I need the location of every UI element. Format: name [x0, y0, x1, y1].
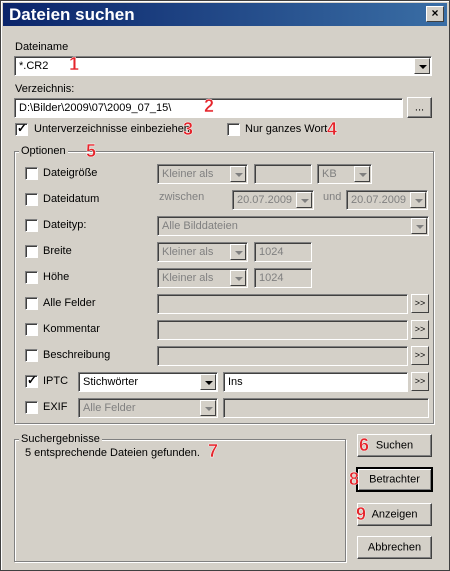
results-text: 5 entsprechende Dateien gefunden.	[25, 447, 200, 459]
width-operator-select[interactable]: Kleiner als	[157, 242, 248, 262]
allfields-more-button[interactable]: >>	[411, 294, 429, 313]
filesize-operator-dropdown[interactable]	[230, 166, 246, 182]
filesize-unit-dropdown[interactable]	[354, 166, 370, 182]
filesize-operator-value: Kleiner als	[162, 168, 214, 180]
filedate-from-picker[interactable]: 20.07.2009	[232, 190, 314, 210]
window-title: Dateien suchen	[9, 5, 135, 24]
browse-label: ...	[414, 101, 425, 113]
exif-checkbox[interactable]	[25, 401, 38, 414]
callout-5: 5	[86, 141, 97, 161]
viewer-button[interactable]: Betrachter	[356, 467, 433, 492]
browse-button[interactable]: ...	[407, 97, 432, 118]
width-operator-value: Kleiner als	[162, 246, 214, 258]
filedate-label: Dateidatum	[43, 193, 100, 205]
callout-9: 9	[356, 504, 367, 524]
iptc-value-input[interactable]: Ins	[223, 372, 408, 392]
height-value-input[interactable]: 1024	[254, 268, 312, 288]
close-button[interactable]: ×	[426, 6, 444, 22]
allfields-checkbox[interactable]	[25, 297, 38, 310]
iptc-field-value: Stichwörter	[83, 376, 139, 388]
cancel-button[interactable]: Abbrechen	[357, 536, 432, 559]
allfields-input[interactable]	[157, 294, 408, 314]
callout-3: 3	[183, 119, 194, 139]
allfields-label: Alle Felder	[43, 297, 96, 309]
height-operator-select[interactable]: Kleiner als	[157, 268, 248, 288]
iptc-field-dropdown[interactable]	[200, 374, 216, 390]
callout-7: 7	[208, 441, 219, 461]
callout-8: 8	[349, 469, 360, 489]
filename-dropdown-button[interactable]	[414, 58, 430, 74]
filedate-from-value: 20.07.2009	[237, 194, 293, 206]
filename-value: *.CR2	[19, 60, 49, 72]
exif-field-value: Alle Felder	[83, 402, 136, 414]
iptc-field-select[interactable]: Stichwörter	[78, 372, 218, 392]
check-icon: ✓	[27, 373, 38, 387]
description-label: Beschreibung	[43, 349, 111, 361]
width-value-input[interactable]: 1024	[254, 242, 312, 262]
height-label: Höhe	[43, 271, 70, 283]
cancel-button-label: Abbrechen	[367, 541, 422, 553]
title-bar[interactable]: Dateien suchen ×	[3, 3, 447, 26]
width-operator-dropdown[interactable]	[230, 244, 246, 260]
options-legend: Optionen	[19, 145, 68, 158]
exif-label: EXIF	[43, 401, 68, 413]
iptc-checkbox[interactable]: ✓	[25, 373, 38, 388]
comment-checkbox[interactable]	[25, 323, 38, 336]
description-more-button[interactable]: >>	[411, 346, 429, 365]
exif-field-dropdown[interactable]	[200, 400, 216, 416]
height-operator-value: Kleiner als	[162, 272, 214, 284]
comment-input[interactable]	[157, 320, 408, 340]
height-operator-dropdown[interactable]	[230, 270, 246, 286]
callout-4: 4	[327, 119, 338, 139]
comment-label: Kommentar	[43, 323, 100, 335]
filetype-dropdown[interactable]	[411, 218, 427, 234]
show-button-label: Anzeigen	[371, 508, 418, 520]
filesize-unit-value: KB	[322, 168, 337, 180]
results-legend: Suchergebnisse	[19, 433, 102, 446]
filedate-to-value: 20.07.2009	[351, 194, 407, 206]
filetype-value: Alle Bilddateien	[162, 220, 238, 232]
show-button[interactable]: Anzeigen	[357, 503, 432, 526]
filesize-checkbox[interactable]	[25, 167, 38, 180]
folder-label: Verzeichnis:	[15, 83, 75, 95]
width-value: 1024	[259, 246, 284, 258]
filesize-value-input[interactable]	[254, 164, 312, 184]
filesize-unit-select[interactable]: KB	[317, 164, 372, 184]
filetype-select[interactable]: Alle Bilddateien	[157, 216, 429, 236]
width-label: Breite	[43, 245, 72, 257]
subfolders-checkbox[interactable]: ✓	[15, 121, 28, 136]
exif-field-select[interactable]: Alle Felder	[78, 398, 218, 418]
whole-word-checkbox[interactable]	[227, 123, 240, 136]
file-search-dialog: Dateien suchen × Dateiname *.CR2 1 Verze…	[0, 0, 450, 571]
filedate-from-dropdown[interactable]	[296, 192, 312, 208]
filedate-checkbox[interactable]	[25, 193, 38, 206]
height-value: 1024	[259, 272, 284, 284]
callout-2: 2	[204, 96, 215, 116]
whole-word-label: Nur ganzes Wort	[245, 123, 328, 135]
iptc-value: Ins	[228, 376, 243, 388]
callout-6: 6	[359, 435, 370, 455]
folder-value: D:\Bilder\2009\07\2009_07_15\	[19, 102, 172, 114]
filesize-label: Dateigröße	[43, 167, 98, 179]
viewer-button-label: Betrachter	[369, 473, 420, 485]
check-icon: ✓	[17, 121, 28, 135]
filedate-to-dropdown[interactable]	[410, 192, 426, 208]
filesize-operator-select[interactable]: Kleiner als	[157, 164, 248, 184]
filename-label: Dateiname	[15, 41, 69, 53]
filedate-to-picker[interactable]: 20.07.2009	[346, 190, 428, 210]
iptc-more-button[interactable]: >>	[411, 372, 429, 391]
callout-1: 1	[69, 54, 80, 74]
filetype-label: Dateityp:	[43, 219, 87, 231]
filedate-between-label: zwischen	[159, 191, 205, 203]
comment-more-button[interactable]: >>	[411, 320, 429, 339]
description-checkbox[interactable]	[25, 349, 38, 362]
width-checkbox[interactable]	[25, 245, 38, 258]
height-checkbox[interactable]	[25, 271, 38, 284]
filetype-checkbox[interactable]	[25, 219, 38, 232]
exif-value-input[interactable]	[223, 398, 429, 418]
iptc-label: IPTC	[43, 375, 69, 387]
filedate-and-label: und	[323, 191, 342, 203]
description-input[interactable]	[157, 346, 408, 366]
subfolders-label: Unterverzeichnisse einbeziehen	[34, 123, 190, 135]
